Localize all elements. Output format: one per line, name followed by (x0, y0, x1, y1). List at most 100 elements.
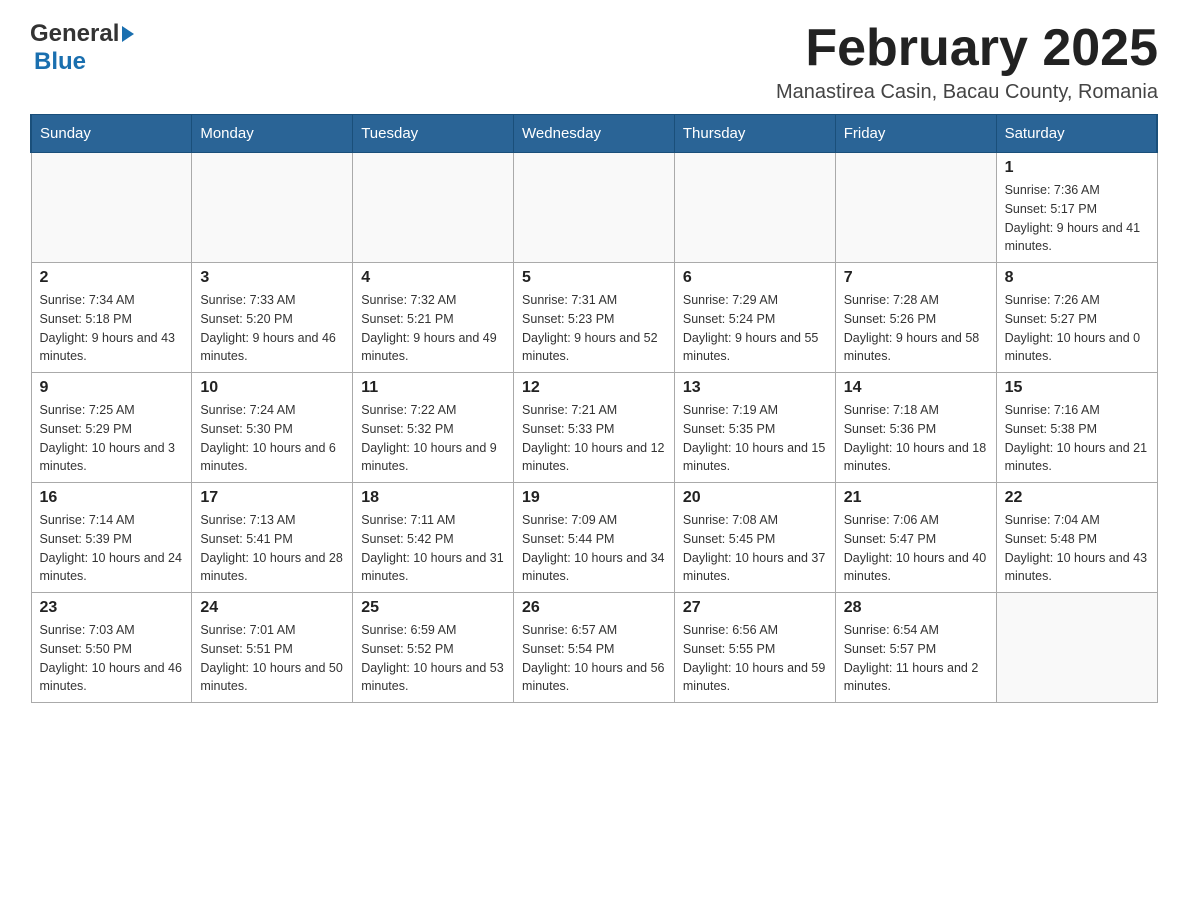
table-cell: 25 Sunrise: 6:59 AMSunset: 5:52 PMDayligh… (353, 593, 514, 703)
day-info: Sunrise: 7:01 AMSunset: 5:51 PMDaylight:… (200, 621, 344, 696)
table-cell: 23 Sunrise: 7:03 AMSunset: 5:50 PMDayligh… (31, 593, 192, 703)
day-info: Sunrise: 7:14 AMSunset: 5:39 PMDaylight:… (40, 511, 184, 586)
col-tuesday: Tuesday (353, 115, 514, 153)
day-number: 7 (844, 269, 988, 287)
table-cell (31, 153, 192, 263)
day-number: 20 (683, 489, 827, 507)
day-info: Sunrise: 7:36 AMSunset: 5:17 PMDaylight:… (1005, 181, 1149, 256)
table-cell: 10 Sunrise: 7:24 AMSunset: 5:30 PMDayligh… (192, 373, 353, 483)
table-cell: 6 Sunrise: 7:29 AMSunset: 5:24 PMDaylight… (674, 263, 835, 373)
day-info: Sunrise: 6:56 AMSunset: 5:55 PMDaylight:… (683, 621, 827, 696)
day-number: 10 (200, 379, 344, 397)
table-cell: 15 Sunrise: 7:16 AMSunset: 5:38 PMDayligh… (996, 373, 1157, 483)
day-number: 25 (361, 599, 505, 617)
table-cell: 7 Sunrise: 7:28 AMSunset: 5:26 PMDaylight… (835, 263, 996, 373)
day-info: Sunrise: 7:06 AMSunset: 5:47 PMDaylight:… (844, 511, 988, 586)
calendar-table: Sunday Monday Tuesday Wednesday Thursday… (30, 114, 1158, 703)
col-sunday: Sunday (31, 115, 192, 153)
day-number: 4 (361, 269, 505, 287)
day-number: 26 (522, 599, 666, 617)
table-cell (835, 153, 996, 263)
day-info: Sunrise: 7:04 AMSunset: 5:48 PMDaylight:… (1005, 511, 1149, 586)
day-info: Sunrise: 6:59 AMSunset: 5:52 PMDaylight:… (361, 621, 505, 696)
table-cell (674, 153, 835, 263)
logo-general-text: General (30, 20, 119, 48)
table-cell: 21 Sunrise: 7:06 AMSunset: 5:47 PMDayligh… (835, 483, 996, 593)
day-info: Sunrise: 7:25 AMSunset: 5:29 PMDaylight:… (40, 401, 184, 476)
col-monday: Monday (192, 115, 353, 153)
table-cell: 17 Sunrise: 7:13 AMSunset: 5:41 PMDayligh… (192, 483, 353, 593)
day-info: Sunrise: 7:09 AMSunset: 5:44 PMDaylight:… (522, 511, 666, 586)
table-cell: 22 Sunrise: 7:04 AMSunset: 5:48 PMDayligh… (996, 483, 1157, 593)
day-number: 3 (200, 269, 344, 287)
table-cell: 13 Sunrise: 7:19 AMSunset: 5:35 PMDayligh… (674, 373, 835, 483)
day-info: Sunrise: 7:03 AMSunset: 5:50 PMDaylight:… (40, 621, 184, 696)
table-cell (996, 593, 1157, 703)
day-info: Sunrise: 7:33 AMSunset: 5:20 PMDaylight:… (200, 291, 344, 366)
day-number: 18 (361, 489, 505, 507)
week-row-4: 16 Sunrise: 7:14 AMSunset: 5:39 PMDayligh… (31, 483, 1157, 593)
day-number: 2 (40, 269, 184, 287)
day-number: 11 (361, 379, 505, 397)
day-number: 23 (40, 599, 184, 617)
table-cell: 1 Sunrise: 7:36 AMSunset: 5:17 PMDaylight… (996, 153, 1157, 263)
col-thursday: Thursday (674, 115, 835, 153)
table-cell (192, 153, 353, 263)
day-number: 12 (522, 379, 666, 397)
day-number: 8 (1005, 269, 1149, 287)
table-cell: 18 Sunrise: 7:11 AMSunset: 5:42 PMDayligh… (353, 483, 514, 593)
day-number: 6 (683, 269, 827, 287)
day-number: 14 (844, 379, 988, 397)
day-number: 17 (200, 489, 344, 507)
day-info: Sunrise: 7:16 AMSunset: 5:38 PMDaylight:… (1005, 401, 1149, 476)
week-row-1: 1 Sunrise: 7:36 AMSunset: 5:17 PMDaylight… (31, 153, 1157, 263)
col-wednesday: Wednesday (514, 115, 675, 153)
week-row-2: 2 Sunrise: 7:34 AMSunset: 5:18 PMDaylight… (31, 263, 1157, 373)
table-cell: 12 Sunrise: 7:21 AMSunset: 5:33 PMDayligh… (514, 373, 675, 483)
day-info: Sunrise: 7:32 AMSunset: 5:21 PMDaylight:… (361, 291, 505, 366)
table-cell: 20 Sunrise: 7:08 AMSunset: 5:45 PMDayligh… (674, 483, 835, 593)
day-info: Sunrise: 7:08 AMSunset: 5:45 PMDaylight:… (683, 511, 827, 586)
day-number: 15 (1005, 379, 1149, 397)
day-number: 24 (200, 599, 344, 617)
day-number: 19 (522, 489, 666, 507)
day-info: Sunrise: 7:26 AMSunset: 5:27 PMDaylight:… (1005, 291, 1149, 366)
location-subtitle: Manastirea Casin, Bacau County, Romania (776, 81, 1158, 104)
month-title: February 2025 (776, 20, 1158, 77)
day-number: 28 (844, 599, 988, 617)
col-saturday: Saturday (996, 115, 1157, 153)
table-cell: 28 Sunrise: 6:54 AMSunset: 5:57 PMDayligh… (835, 593, 996, 703)
week-row-5: 23 Sunrise: 7:03 AMSunset: 5:50 PMDayligh… (31, 593, 1157, 703)
day-number: 16 (40, 489, 184, 507)
day-number: 1 (1005, 159, 1149, 177)
table-cell: 19 Sunrise: 7:09 AMSunset: 5:44 PMDayligh… (514, 483, 675, 593)
table-cell: 26Sunrise: 6:57 AMSunset: 5:54 PMDayligh… (514, 593, 675, 703)
table-cell: 3 Sunrise: 7:33 AMSunset: 5:20 PMDaylight… (192, 263, 353, 373)
table-cell: 27Sunrise: 6:56 AMSunset: 5:55 PMDayligh… (674, 593, 835, 703)
day-number: 9 (40, 379, 184, 397)
day-info: Sunrise: 7:31 AMSunset: 5:23 PMDaylight:… (522, 291, 666, 366)
table-cell: 5 Sunrise: 7:31 AMSunset: 5:23 PMDaylight… (514, 263, 675, 373)
table-cell: 2 Sunrise: 7:34 AMSunset: 5:18 PMDaylight… (31, 263, 192, 373)
day-number: 21 (844, 489, 988, 507)
day-number: 22 (1005, 489, 1149, 507)
day-number: 13 (683, 379, 827, 397)
day-info: Sunrise: 6:54 AMSunset: 5:57 PMDaylight:… (844, 621, 988, 696)
table-cell (353, 153, 514, 263)
day-info: Sunrise: 7:18 AMSunset: 5:36 PMDaylight:… (844, 401, 988, 476)
table-cell: 8 Sunrise: 7:26 AMSunset: 5:27 PMDaylight… (996, 263, 1157, 373)
logo: General Blue (30, 20, 134, 76)
table-cell (514, 153, 675, 263)
table-cell: 9 Sunrise: 7:25 AMSunset: 5:29 PMDaylight… (31, 373, 192, 483)
day-info: Sunrise: 7:19 AMSunset: 5:35 PMDaylight:… (683, 401, 827, 476)
day-info: Sunrise: 7:29 AMSunset: 5:24 PMDaylight:… (683, 291, 827, 366)
day-info: Sunrise: 7:13 AMSunset: 5:41 PMDaylight:… (200, 511, 344, 586)
calendar-header-row: Sunday Monday Tuesday Wednesday Thursday… (31, 115, 1157, 153)
day-number: 5 (522, 269, 666, 287)
day-info: Sunrise: 7:34 AMSunset: 5:18 PMDaylight:… (40, 291, 184, 366)
day-info: Sunrise: 7:11 AMSunset: 5:42 PMDaylight:… (361, 511, 505, 586)
day-info: Sunrise: 7:21 AMSunset: 5:33 PMDaylight:… (522, 401, 666, 476)
day-info: Sunrise: 7:24 AMSunset: 5:30 PMDaylight:… (200, 401, 344, 476)
week-row-3: 9 Sunrise: 7:25 AMSunset: 5:29 PMDaylight… (31, 373, 1157, 483)
day-info: Sunrise: 7:28 AMSunset: 5:26 PMDaylight:… (844, 291, 988, 366)
